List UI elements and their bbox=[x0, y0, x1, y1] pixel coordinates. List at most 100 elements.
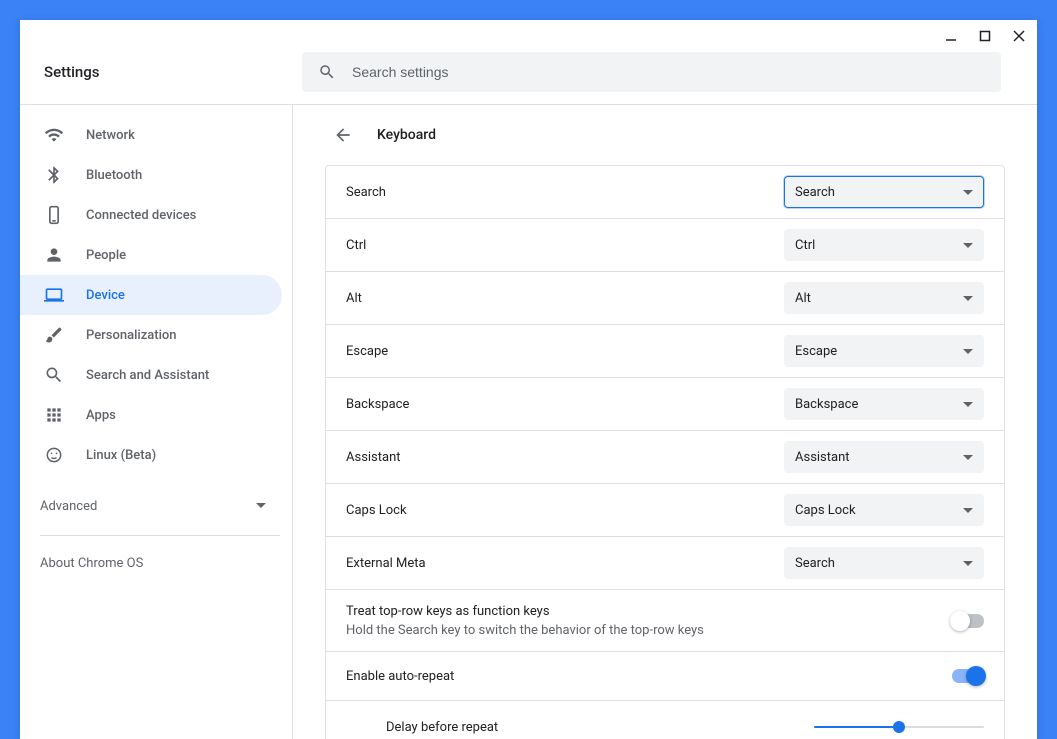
close-button[interactable] bbox=[1009, 26, 1029, 46]
row-external-meta: External Meta Search bbox=[326, 537, 1004, 590]
sidebar-item-label: Network bbox=[86, 128, 135, 143]
toggle-function-keys[interactable] bbox=[952, 614, 984, 628]
sidebar-item-label: Personalization bbox=[86, 328, 177, 343]
sidebar-item-label: Linux (Beta) bbox=[86, 448, 156, 463]
main-content: Keyboard Search Search Ctrl Ctrl bbox=[293, 105, 1037, 739]
sidebar-item-label: Search and Assistant bbox=[86, 368, 209, 383]
sidebar-item-search-assistant[interactable]: Search and Assistant bbox=[20, 355, 282, 395]
select-alt[interactable]: Alt bbox=[784, 282, 984, 314]
row-label: Search bbox=[346, 185, 386, 200]
settings-window: Settings Network Bluetooth bbox=[20, 20, 1037, 739]
row-sublabel: Hold the Search key to switch the behavi… bbox=[346, 623, 704, 638]
select-assistant[interactable]: Assistant bbox=[784, 441, 984, 473]
sidebar-divider bbox=[40, 535, 280, 536]
row-label: External Meta bbox=[346, 556, 426, 571]
body: Network Bluetooth Connected devices Peop… bbox=[20, 104, 1037, 739]
sidebar-item-label: Bluetooth bbox=[86, 168, 142, 183]
sidebar-item-personalization[interactable]: Personalization bbox=[20, 315, 282, 355]
header: Settings bbox=[20, 52, 1037, 104]
bluetooth-icon bbox=[44, 165, 64, 185]
row-label: Ctrl bbox=[346, 238, 366, 253]
person-icon bbox=[44, 245, 64, 265]
sidebar-item-apps[interactable]: Apps bbox=[20, 395, 282, 435]
chevron-down-icon bbox=[256, 503, 266, 509]
linux-icon bbox=[44, 445, 64, 465]
row-capslock: Caps Lock Caps Lock bbox=[326, 484, 1004, 537]
search-icon bbox=[44, 365, 64, 385]
row-label: Caps Lock bbox=[346, 503, 407, 518]
about-label: About Chrome OS bbox=[40, 556, 143, 571]
select-escape[interactable]: Escape bbox=[784, 335, 984, 367]
row-delay-before-repeat: Delay before repeat bbox=[326, 701, 1004, 739]
toggle-auto-repeat[interactable] bbox=[952, 669, 984, 683]
page-title: Keyboard bbox=[377, 127, 436, 143]
minimize-button[interactable] bbox=[941, 26, 961, 46]
sidebar-item-connected-devices[interactable]: Connected devices bbox=[20, 195, 282, 235]
search-icon bbox=[318, 63, 336, 81]
select-value: Backspace bbox=[795, 397, 858, 412]
sidebar: Network Bluetooth Connected devices Peop… bbox=[20, 105, 293, 739]
row-label: Escape bbox=[346, 344, 388, 359]
sidebar-item-network[interactable]: Network bbox=[20, 115, 282, 155]
chevron-down-icon bbox=[963, 455, 973, 460]
select-external-meta[interactable]: Search bbox=[784, 547, 984, 579]
slider-label: Delay before repeat bbox=[386, 720, 498, 735]
select-value: Caps Lock bbox=[795, 503, 856, 518]
sidebar-item-bluetooth[interactable]: Bluetooth bbox=[20, 155, 282, 195]
row-function-keys: Treat top-row keys as function keys Hold… bbox=[326, 590, 1004, 652]
chevron-down-icon bbox=[963, 243, 973, 248]
back-button[interactable] bbox=[331, 123, 355, 147]
select-value: Search bbox=[795, 556, 835, 571]
chevron-down-icon bbox=[963, 349, 973, 354]
sidebar-item-linux[interactable]: Linux (Beta) bbox=[20, 435, 282, 475]
row-label: Assistant bbox=[346, 450, 401, 465]
select-capslock[interactable]: Caps Lock bbox=[784, 494, 984, 526]
select-ctrl[interactable]: Ctrl bbox=[784, 229, 984, 261]
settings-card: Search Search Ctrl Ctrl bbox=[325, 165, 1005, 739]
select-backspace[interactable]: Backspace bbox=[784, 388, 984, 420]
maximize-button[interactable] bbox=[975, 26, 995, 46]
advanced-label: Advanced bbox=[40, 499, 97, 514]
chevron-down-icon bbox=[963, 190, 973, 195]
row-label: Alt bbox=[346, 291, 362, 306]
row-label: Treat top-row keys as function keys bbox=[346, 604, 704, 619]
select-search[interactable]: Search bbox=[784, 176, 984, 208]
row-search: Search Search bbox=[326, 166, 1004, 219]
sidebar-item-label: Apps bbox=[86, 408, 116, 423]
row-escape: Escape Escape bbox=[326, 325, 1004, 378]
row-alt: Alt Alt bbox=[326, 272, 1004, 325]
content-column: Keyboard Search Search Ctrl Ctrl bbox=[325, 105, 1005, 739]
chevron-down-icon bbox=[963, 402, 973, 407]
select-value: Escape bbox=[795, 344, 837, 359]
wifi-icon bbox=[44, 125, 64, 145]
select-value: Assistant bbox=[795, 450, 850, 465]
chevron-down-icon bbox=[963, 561, 973, 566]
row-auto-repeat: Enable auto-repeat bbox=[326, 652, 1004, 701]
sidebar-about[interactable]: About Chrome OS bbox=[20, 542, 292, 585]
page-header: Keyboard bbox=[325, 105, 1005, 165]
row-label: Backspace bbox=[346, 397, 409, 412]
app-title: Settings bbox=[44, 63, 302, 81]
select-value: Search bbox=[795, 185, 835, 200]
slider-thumb[interactable] bbox=[893, 721, 905, 733]
phone-icon bbox=[44, 205, 64, 225]
laptop-icon bbox=[44, 285, 64, 305]
row-label: Enable auto-repeat bbox=[346, 669, 454, 684]
search-input[interactable] bbox=[350, 63, 985, 81]
row-assistant: Assistant Assistant bbox=[326, 431, 1004, 484]
sidebar-item-label: Device bbox=[86, 288, 125, 303]
apps-icon bbox=[44, 405, 64, 425]
select-value: Ctrl bbox=[795, 238, 815, 253]
brush-icon bbox=[44, 325, 64, 345]
sidebar-item-device[interactable]: Device bbox=[20, 275, 282, 315]
slider-delay[interactable] bbox=[814, 717, 984, 737]
search-bar[interactable] bbox=[302, 52, 1001, 92]
sidebar-item-label: Connected devices bbox=[86, 208, 196, 223]
chevron-down-icon bbox=[963, 296, 973, 301]
sidebar-item-people[interactable]: People bbox=[20, 235, 282, 275]
window-titlebar bbox=[20, 20, 1037, 52]
row-backspace: Backspace Backspace bbox=[326, 378, 1004, 431]
row-ctrl: Ctrl Ctrl bbox=[326, 219, 1004, 272]
select-value: Alt bbox=[795, 291, 811, 306]
sidebar-advanced-toggle[interactable]: Advanced bbox=[20, 483, 292, 529]
